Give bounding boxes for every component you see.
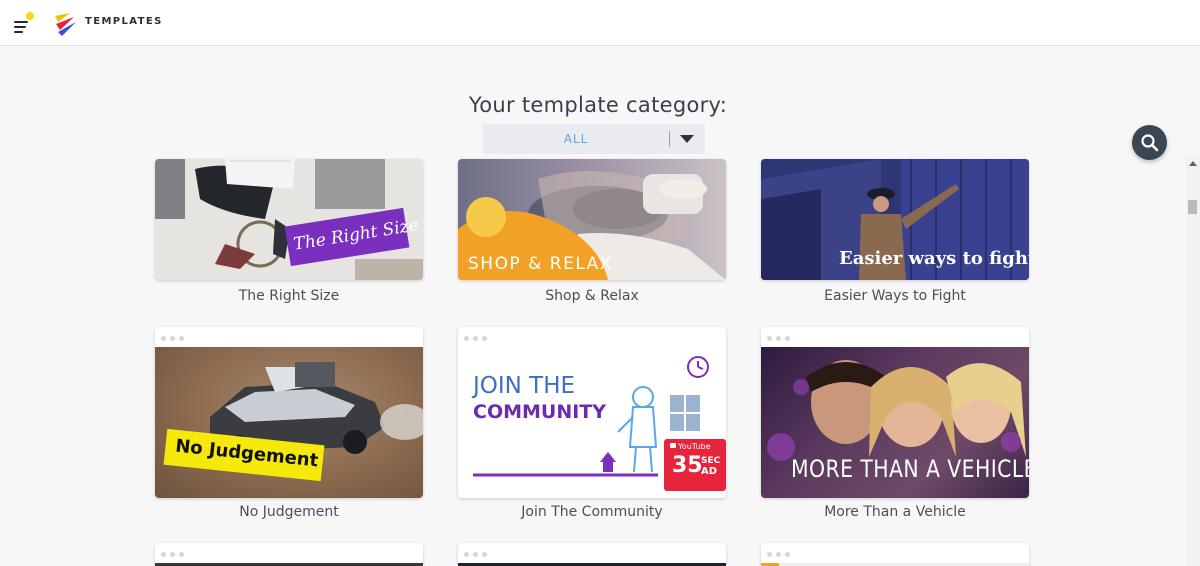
menu-icon[interactable] <box>13 12 35 34</box>
card-window-dots <box>761 327 1029 347</box>
template-card-shop-relax[interactable]: SHOP & RELAX <box>458 159 726 280</box>
scrollbar-thumb[interactable] <box>1188 200 1197 214</box>
category-selected-value: ALL <box>563 132 589 146</box>
template-card[interactable] <box>458 543 726 566</box>
template-card-more-than-a-vehicle[interactable]: MORE THAN A VEHICLE <box>761 327 1029 498</box>
card-window-dots <box>155 543 423 563</box>
template-thumbnail: The Right Size <box>155 159 423 280</box>
card-caption[interactable]: Join The Community <box>458 504 726 520</box>
search-icon <box>1141 134 1159 152</box>
template-card[interactable] <box>155 543 423 566</box>
card-window-dots <box>458 543 726 563</box>
overlay-text: SHOP & RELAX <box>468 254 613 274</box>
youtube-play-icon <box>670 443 676 448</box>
template-card-the-right-size[interactable]: The Right Size <box>155 159 423 280</box>
youtube-ad-badge: YouTube 35 SEC AD <box>664 439 726 491</box>
card-window-dots <box>155 327 423 347</box>
top-bar: TEMPLATES <box>0 0 1200 46</box>
dropdown-divider <box>669 131 670 147</box>
badge-brand: YouTube <box>678 442 711 451</box>
card-caption[interactable]: The Right Size <box>155 288 423 304</box>
template-card-join-the-community[interactable]: JOIN THE COMMUNITY YouTube 35 SEC AD <box>458 327 726 498</box>
brand-logo-icon[interactable] <box>52 10 78 36</box>
page-title: Your template category: <box>468 93 728 117</box>
scroll-up-arrow-icon[interactable] <box>1189 161 1197 166</box>
template-thumbnail: No Judgement <box>155 347 423 498</box>
template-card-no-judgement[interactable]: No Judgement <box>155 327 423 498</box>
template-thumbnail: JOIN THE COMMUNITY YouTube 35 SEC AD <box>458 347 726 498</box>
badge-number: 35 <box>672 453 703 478</box>
category-dropdown[interactable]: ALL <box>483 124 705 154</box>
overlay-text: MORE THAN A VEHICLE <box>791 455 1029 483</box>
card-caption[interactable]: More Than a Vehicle <box>761 504 1029 520</box>
notification-dot <box>26 12 34 20</box>
template-thumbnail: Easier ways to fight <box>761 159 1029 280</box>
brand-title[interactable]: TEMPLATES <box>85 16 163 27</box>
scrollbar[interactable] <box>1186 157 1200 566</box>
template-card-easier-ways-to-fight[interactable]: Easier ways to fight <box>761 159 1029 280</box>
card-caption[interactable]: Easier Ways to Fight <box>761 288 1029 304</box>
overlay-text: Easier ways to fight <box>839 248 1029 269</box>
template-thumbnail: MORE THAN A VEHICLE <box>761 347 1029 498</box>
card-window-dots <box>761 543 1029 563</box>
template-thumbnail: SHOP & RELAX <box>458 159 726 280</box>
chevron-down-icon[interactable] <box>680 135 694 143</box>
overlay-text-line2: COMMUNITY <box>473 401 607 423</box>
card-window-dots <box>458 327 726 347</box>
search-button[interactable] <box>1132 125 1167 160</box>
badge-ad: AD <box>701 466 718 477</box>
overlay-text-line1: JOIN THE <box>473 373 576 399</box>
card-caption[interactable]: Shop & Relax <box>458 288 726 304</box>
card-caption[interactable]: No Judgement <box>155 504 423 520</box>
template-card[interactable] <box>761 543 1029 566</box>
badge-sec: SEC <box>701 456 721 466</box>
